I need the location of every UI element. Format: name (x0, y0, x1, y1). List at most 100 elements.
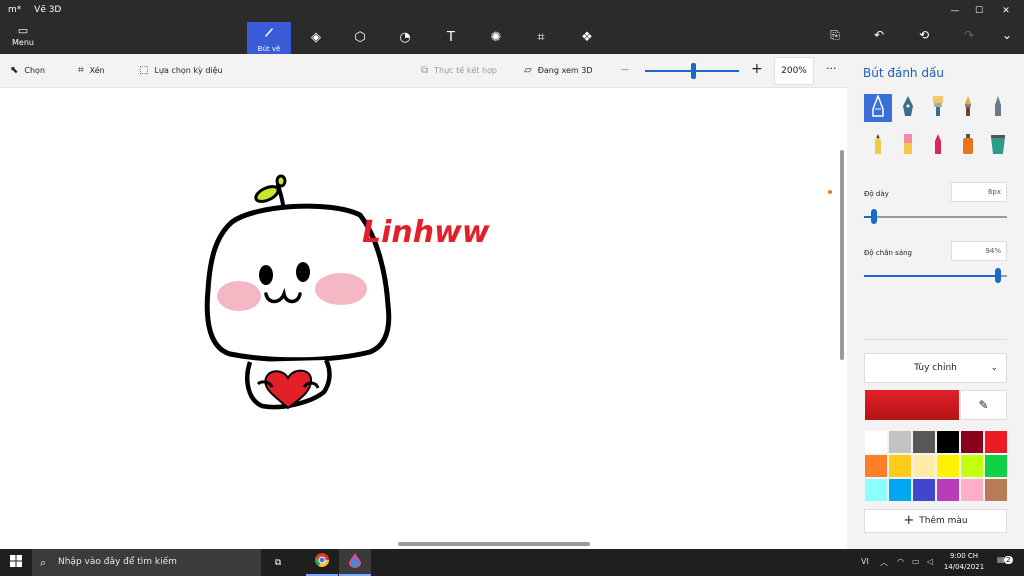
maximize-button[interactable]: ☐ (968, 3, 990, 19)
eraser-button[interactable] (894, 132, 922, 160)
tab-brushes[interactable]: Bút vẽ (247, 22, 291, 54)
paste-button[interactable]: ⎘ (824, 28, 846, 48)
color-palette (864, 430, 1008, 502)
view-3d-label: Đang xem 3D (537, 66, 593, 75)
oil-brush-button[interactable] (924, 94, 952, 122)
paint3d-taskbar-button[interactable] (339, 549, 371, 576)
color-swatch[interactable] (936, 430, 960, 454)
tab-text[interactable]: T (429, 22, 473, 54)
crayon-button[interactable] (924, 132, 952, 160)
battery-icon[interactable]: ▭ (912, 557, 920, 566)
add-color-button[interactable]: + Thêm màu (864, 509, 1007, 533)
notifications-button[interactable]: ▤ 2 (997, 555, 1013, 564)
app-title: Vẽ 3D (34, 5, 62, 15)
zoom-in-button[interactable]: + (751, 61, 763, 77)
thickness-slider-thumb[interactable] (871, 209, 877, 224)
divider (864, 339, 1007, 340)
start-button[interactable] (0, 549, 32, 576)
mixed-reality-icon: ⧉ (421, 65, 429, 76)
opacity-input[interactable]: 94% (951, 241, 1007, 261)
color-swatch[interactable] (984, 430, 1008, 454)
effects-icon: ✺ (490, 30, 502, 45)
taskbar-clock[interactable]: 9:00 CH 14/04/2021 (940, 551, 988, 573)
color-swatch[interactable] (984, 478, 1008, 502)
chevron-down-icon: ⌄ (1001, 28, 1013, 42)
canvas-icon: ⌗ (537, 30, 545, 45)
color-mode-dropdown[interactable]: Tùy chỉnh ⌄ (864, 353, 1007, 383)
color-swatch[interactable] (912, 430, 936, 454)
watercolor-icon (961, 95, 975, 121)
fill-button[interactable] (984, 132, 1012, 160)
horizontal-scrollbar[interactable] (398, 542, 590, 546)
expand-ribbon-button[interactable]: ⌄ (996, 28, 1018, 48)
color-swatch[interactable] (936, 478, 960, 502)
cube-icon: ⬡ (354, 30, 366, 45)
calligraphy-pen-icon (901, 95, 915, 121)
tab-canvas[interactable]: ⌗ (519, 22, 563, 54)
menu-button[interactable]: ▭ Menu (6, 24, 40, 52)
color-swatch[interactable] (864, 430, 888, 454)
chevron-up-icon[interactable]: ︿ (880, 557, 888, 568)
volume-icon[interactable]: ◁ (927, 557, 933, 566)
undo-button[interactable]: ↶ (868, 28, 890, 48)
pixel-pen-button[interactable] (984, 94, 1012, 122)
color-swatch[interactable] (960, 454, 984, 478)
tab-effects[interactable]: ✺ (474, 22, 518, 54)
crop-button[interactable]: ⌗ Xén (78, 65, 105, 76)
color-swatch[interactable] (888, 478, 912, 502)
history-button[interactable]: ⟲ (913, 28, 935, 48)
network-icon[interactable]: ◠ (897, 557, 904, 566)
color-swatch[interactable] (960, 478, 984, 502)
more-options-button[interactable]: ··· (826, 62, 837, 75)
spray-can-button[interactable] (954, 132, 982, 160)
view-3d-button[interactable]: ▱ Đang xem 3D (524, 65, 593, 76)
opacity-slider-thumb[interactable] (995, 268, 1002, 283)
pixel-pen-icon (991, 95, 1005, 121)
color-swatch[interactable] (864, 454, 888, 478)
taskbar-search-box[interactable]: ⌕ Nhập vào đây để tìm kiếm (32, 549, 261, 576)
minimize-button[interactable]: — (944, 3, 966, 19)
close-button[interactable]: ✕ (995, 3, 1017, 19)
canvas-drawing-text: Linhww (362, 215, 490, 250)
eyedropper-button[interactable]: ✎ (960, 390, 1007, 420)
pencil-button[interactable] (864, 132, 892, 160)
magic-select-button[interactable]: ⬚ Lựa chọn kỳ diệu (139, 65, 223, 76)
color-swatch[interactable] (912, 454, 936, 478)
tab-stickers[interactable]: ◔ (383, 22, 427, 54)
selected-color-preview[interactable] (865, 390, 959, 420)
color-swatch[interactable] (912, 478, 936, 502)
color-mode-label: Tùy chỉnh (914, 363, 957, 373)
thickness-input[interactable]: 6px (951, 182, 1007, 202)
watercolor-button[interactable] (954, 94, 982, 122)
marker-brush-button[interactable] (864, 93, 892, 122)
color-swatch[interactable] (936, 454, 960, 478)
color-swatch[interactable] (864, 478, 888, 502)
zoom-out-button[interactable]: — (621, 65, 629, 74)
drawing-canvas[interactable]: Linhww (0, 88, 847, 549)
task-view-button[interactable]: ⧉ (262, 549, 294, 576)
thickness-track[interactable] (864, 216, 1007, 218)
color-swatch[interactable] (984, 454, 1008, 478)
paste-icon: ⎘ (830, 28, 840, 42)
tab-3d-library[interactable]: ❖ (565, 22, 609, 54)
color-swatch[interactable] (960, 430, 984, 454)
chrome-taskbar-button[interactable] (306, 549, 338, 576)
language-indicator[interactable]: VI (861, 557, 869, 566)
mixed-reality-button[interactable]: ⧉ Thực tế kết hợp (421, 65, 497, 76)
redo-button[interactable]: ↷ (958, 28, 980, 48)
history-icon: ⟲ (918, 28, 930, 42)
paint3d-icon (349, 552, 361, 571)
color-swatch[interactable] (888, 430, 912, 454)
calligraphy-pen-button[interactable] (894, 94, 922, 122)
tab-3d-shapes[interactable]: ⬡ (338, 22, 382, 54)
zoom-value[interactable]: 200% (774, 57, 814, 85)
taskbar: ⌕ Nhập vào đây để tìm kiếm ⧉ VI ︿ ◠ ▭ ◁ … (0, 549, 1024, 576)
tab-2d-shapes[interactable]: ◈ (294, 22, 338, 54)
zoom-slider-thumb[interactable] (691, 63, 696, 79)
panel-title: Bút đánh dấu (863, 66, 944, 80)
select-button[interactable]: ⬉ Chọn (10, 65, 45, 76)
opacity-label: Độ chắn sáng (864, 249, 912, 257)
magic-select-label: Lựa chọn kỳ diệu (154, 66, 223, 75)
color-swatch[interactable] (888, 454, 912, 478)
vertical-scrollbar[interactable] (840, 150, 844, 360)
